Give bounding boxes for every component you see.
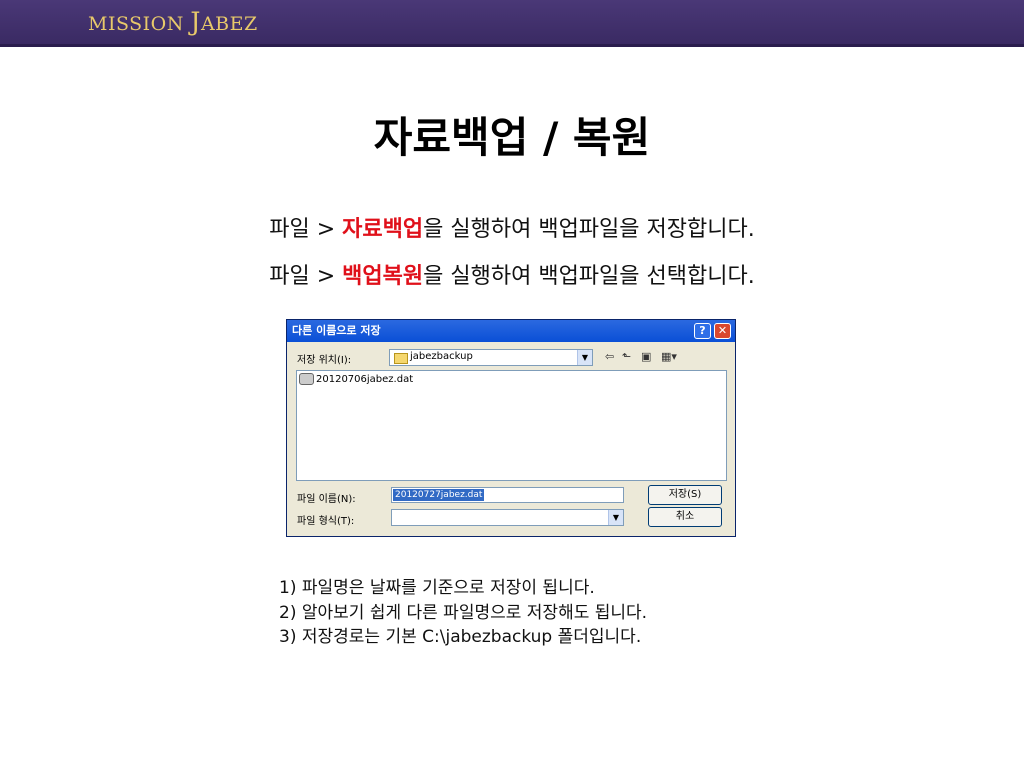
notes-list: 1) 파일명은 날짜를 기준으로 저장이 됩니다. 2) 알아보기 쉽게 다른 …	[279, 576, 647, 650]
menu-highlight: 자료백업	[342, 217, 424, 242]
folder-icon	[394, 353, 408, 364]
filename-input[interactable]: 20120727jabez.dat	[391, 487, 624, 503]
menu-highlight: 백업복원	[342, 264, 424, 289]
dat-file-icon	[299, 373, 314, 385]
instruction-line: 파일 > 백업복원을 실행하여 백업파일을 선택합니다.	[269, 264, 755, 289]
save-as-dialog: 다른 이름으로 저장 ? ✕ 저장 위치(I): jabezbackup ▼ ⇦…	[286, 319, 736, 537]
view-menu-icon[interactable]: ▦▾	[661, 350, 677, 363]
save-in-select[interactable]: jabezbackup ▼	[389, 349, 593, 366]
dialog-title: 다른 이름으로 저장	[292, 324, 381, 337]
back-icon[interactable]: ⇦	[605, 350, 614, 363]
new-folder-icon[interactable]: ▣	[641, 350, 651, 363]
up-folder-icon[interactable]: ⬑	[622, 350, 631, 363]
header-bar: MISSION JABEZ	[0, 0, 1024, 47]
slide-title: 자료백업 / 복원	[373, 113, 651, 162]
note-item: 1) 파일명은 날짜를 기준으로 저장이 됩니다.	[279, 578, 595, 598]
file-list[interactable]: 20120706jabez.dat	[296, 370, 727, 481]
save-in-label: 저장 위치(I):	[297, 355, 352, 366]
filename-label: 파일 이름(N):	[297, 494, 356, 505]
cancel-button[interactable]: 취소	[648, 507, 722, 527]
chevron-down-icon[interactable]: ▼	[577, 350, 592, 365]
help-button[interactable]: ?	[694, 323, 711, 339]
brand-logo: MISSION JABEZ	[88, 7, 258, 36]
dialog-titlebar[interactable]: 다른 이름으로 저장 ? ✕	[287, 320, 735, 342]
note-item: 2) 알아보기 쉽게 다른 파일명으로 저장해도 됩니다.	[279, 602, 648, 623]
note-item: 3) 저장경로는 기본 C:\jabezbackup 폴더입니다.	[279, 627, 642, 647]
close-button[interactable]: ✕	[714, 323, 731, 339]
filetype-select[interactable]: ▼	[391, 509, 624, 526]
list-item[interactable]: 20120706jabez.dat	[299, 373, 413, 385]
filetype-label: 파일 형식(T):	[297, 516, 355, 527]
save-button[interactable]: 저장(S)	[648, 485, 722, 505]
chevron-down-icon[interactable]: ▼	[608, 510, 623, 525]
instruction-line: 파일 > 자료백업을 실행하여 백업파일을 저장합니다.	[269, 217, 755, 242]
